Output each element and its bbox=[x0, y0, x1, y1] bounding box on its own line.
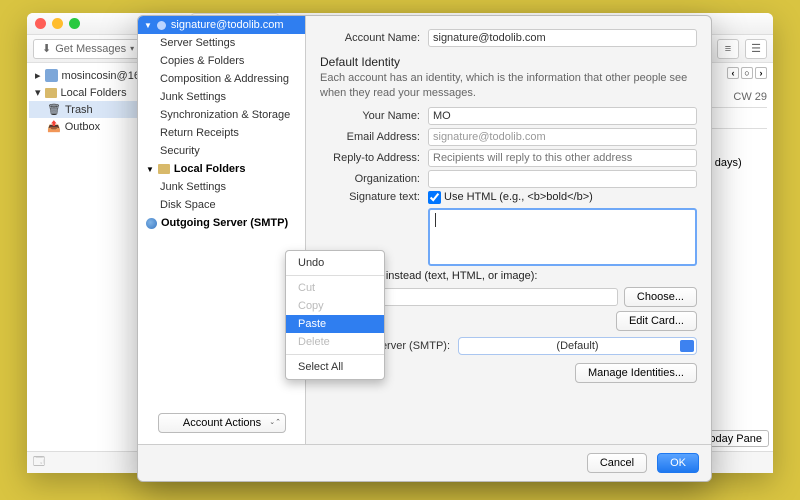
minimize-icon[interactable] bbox=[52, 18, 63, 29]
folder-trash[interactable]: 🗑 Trash bbox=[29, 101, 154, 118]
manage-identities-button[interactable]: Manage Identities... bbox=[575, 363, 697, 383]
account-settings-dialog: ▼ signature@todolib.com Server Settings … bbox=[137, 15, 712, 482]
chevron-down-icon: ▾ bbox=[130, 44, 134, 53]
email-label: Email Address: bbox=[320, 131, 420, 143]
outbox-label: Outbox bbox=[65, 121, 100, 133]
edit-card-button[interactable]: Edit Card... bbox=[616, 311, 697, 331]
ctx-paste[interactable]: Paste bbox=[286, 315, 384, 333]
sidebar-lf-junk[interactable]: Junk Settings bbox=[138, 178, 305, 196]
ok-button[interactable]: OK bbox=[657, 453, 699, 473]
ctx-cut: Cut bbox=[286, 279, 384, 297]
disclosure-triangle-icon[interactable]: ▼ bbox=[146, 165, 154, 174]
toolbar-extra-1[interactable]: ≡ bbox=[717, 39, 739, 59]
outbox-icon: 📤 bbox=[47, 120, 61, 133]
next-day-button[interactable]: › bbox=[755, 67, 767, 79]
sidebar-junk[interactable]: Junk Settings bbox=[138, 88, 305, 106]
default-identity-heading: Default Identity bbox=[320, 55, 697, 69]
account-name-label: Account Name: bbox=[320, 32, 420, 44]
mailbox-icon bbox=[45, 69, 58, 82]
organization-input[interactable] bbox=[428, 170, 697, 188]
organization-label: Organization: bbox=[320, 173, 420, 185]
prev-day-button[interactable]: ‹ bbox=[727, 67, 739, 79]
reply-to-label: Reply-to Address: bbox=[320, 152, 420, 164]
account-actions-dropdown[interactable]: Account Actions bbox=[158, 413, 286, 433]
folder-outbox[interactable]: 📤 Outbox bbox=[29, 118, 154, 135]
smtp-dropdown[interactable]: (Default) bbox=[458, 337, 697, 355]
window-controls bbox=[35, 18, 80, 29]
sidebar-outgoing-server[interactable]: Outgoing Server (SMTP) bbox=[138, 214, 305, 232]
your-name-label: Your Name: bbox=[320, 110, 420, 122]
trash-label: Trash bbox=[65, 104, 93, 116]
ctx-delete: Delete bbox=[286, 333, 384, 351]
sidebar-return-receipts[interactable]: Return Receipts bbox=[138, 124, 305, 142]
toolbar-extra-2[interactable]: ☰ bbox=[745, 39, 767, 59]
account-row[interactable]: ▸ mosincosin@163 bbox=[29, 67, 154, 84]
smtp-value: (Default) bbox=[556, 340, 598, 352]
download-icon: ⬇ bbox=[42, 42, 51, 55]
account-name-input[interactable] bbox=[428, 29, 697, 47]
local-folders-label: Local Folders bbox=[61, 87, 127, 99]
local-folders-label: Local Folders bbox=[174, 163, 246, 175]
today-pane-label: Today Pane bbox=[704, 433, 762, 445]
choose-file-button[interactable]: Choose... bbox=[624, 287, 697, 307]
sidebar-sync-storage[interactable]: Synchronization & Storage bbox=[138, 106, 305, 124]
get-messages-label: Get Messages bbox=[55, 43, 126, 55]
accounts-sidebar: ▼ signature@todolib.com Server Settings … bbox=[138, 16, 306, 444]
account-label: mosincosin@163 bbox=[62, 70, 147, 82]
identity-description: Each account has an identity, which is t… bbox=[320, 71, 697, 101]
zoom-icon[interactable] bbox=[69, 18, 80, 29]
context-menu: Undo Cut Copy Paste Delete Select All bbox=[285, 250, 385, 380]
local-folders-row[interactable]: ▾ Local Folders bbox=[29, 84, 154, 101]
sidebar-lf-disk[interactable]: Disk Space bbox=[138, 196, 305, 214]
close-icon[interactable] bbox=[35, 18, 46, 29]
ctx-copy: Copy bbox=[286, 297, 384, 315]
today-dot-button[interactable]: ○ bbox=[741, 67, 753, 79]
outgoing-label: Outgoing Server (SMTP) bbox=[161, 217, 288, 229]
use-html-checkbox[interactable] bbox=[428, 191, 441, 204]
ctx-undo[interactable]: Undo bbox=[286, 254, 384, 272]
reply-to-input[interactable] bbox=[428, 149, 697, 167]
globe-icon bbox=[146, 218, 157, 229]
account-header-row[interactable]: ▼ signature@todolib.com bbox=[138, 16, 305, 34]
signature-textarea[interactable] bbox=[428, 208, 697, 266]
ctx-separator bbox=[286, 275, 384, 276]
account-actions-label: Account Actions bbox=[183, 417, 261, 429]
sidebar-composition[interactable]: Composition & Addressing bbox=[138, 70, 305, 88]
sidebar-copies-folders[interactable]: Copies & Folders bbox=[138, 52, 305, 70]
sidebar-server-settings[interactable]: Server Settings bbox=[138, 34, 305, 52]
signature-label: Signature text: bbox=[320, 191, 420, 203]
trash-icon: 🗑 bbox=[47, 103, 61, 116]
use-html-label: Use HTML (e.g., <b>bold</b>) bbox=[444, 191, 593, 203]
your-name-input[interactable] bbox=[428, 107, 697, 125]
sidebar-security[interactable]: Security bbox=[138, 142, 305, 160]
account-header-label: signature@todolib.com bbox=[171, 19, 284, 31]
folder-icon bbox=[45, 88, 57, 98]
ctx-separator bbox=[286, 354, 384, 355]
email-input[interactable] bbox=[428, 128, 697, 146]
get-messages-button[interactable]: ⬇ Get Messages ▾ bbox=[33, 39, 143, 59]
status-icon: 🗔 bbox=[33, 453, 45, 472]
cancel-button[interactable]: Cancel bbox=[587, 453, 647, 473]
ctx-select-all[interactable]: Select All bbox=[286, 358, 384, 376]
disclosure-triangle-icon[interactable]: ▼ bbox=[144, 21, 152, 30]
dialog-footer: Cancel OK bbox=[138, 444, 711, 481]
account-dot-icon bbox=[157, 21, 166, 30]
sidebar-local-folders[interactable]: ▼ Local Folders bbox=[138, 160, 305, 178]
folder-icon bbox=[158, 164, 170, 174]
